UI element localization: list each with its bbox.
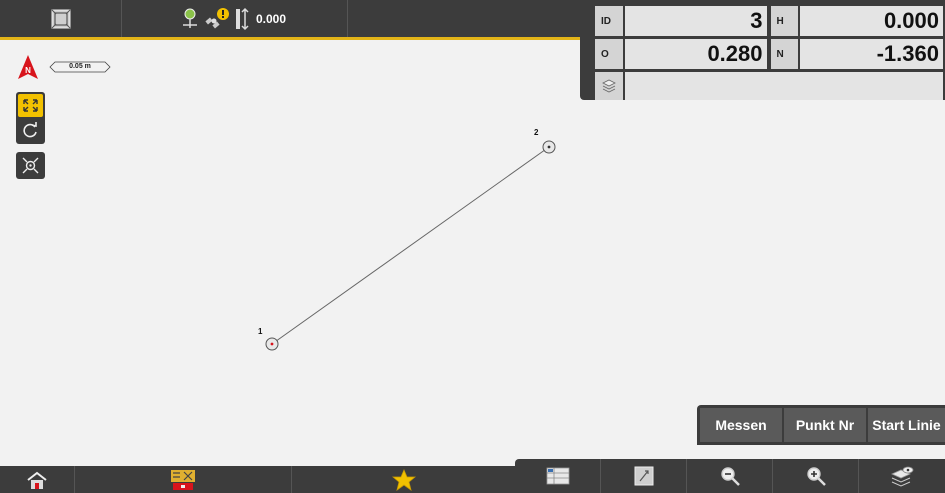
point-info-panel: ID 3 H 0.000 O 0.280 N -1.360	[580, 0, 945, 100]
drawing-button[interactable]	[0, 0, 122, 37]
layers-visibility-icon	[891, 466, 914, 487]
h-label: H	[770, 6, 799, 36]
top-status-bar: 0.000	[0, 0, 580, 40]
o-value[interactable]: 0.280	[624, 39, 767, 69]
point-label-2: 2	[534, 128, 539, 137]
zoom-out-icon	[720, 467, 740, 486]
measure-button[interactable]: Messen	[700, 408, 782, 442]
map-toolbar	[515, 459, 945, 493]
point-number-button[interactable]: Punkt Nr	[784, 408, 866, 442]
rotate-icon	[23, 122, 37, 138]
list-button[interactable]	[515, 459, 601, 493]
point-label-1: 1	[258, 327, 263, 336]
info-row-1: ID 3 H 0.000	[595, 6, 943, 36]
layer-row[interactable]	[595, 72, 943, 100]
layer-selector[interactable]	[595, 72, 623, 100]
layers-view-button[interactable]	[859, 459, 945, 493]
layer-name-field[interactable]	[625, 72, 943, 100]
svg-text:N: N	[25, 66, 31, 75]
id-label: ID	[595, 6, 623, 36]
status-area[interactable]: 0.000	[122, 0, 348, 37]
scale-label: 0.05 m	[69, 63, 91, 70]
expand-icon	[23, 99, 38, 112]
map-point-2[interactable]	[542, 140, 556, 154]
survey-line[interactable]	[271, 146, 550, 345]
center-position-button[interactable]	[16, 152, 45, 179]
rotate-button[interactable]	[18, 119, 43, 142]
fit-view-button[interactable]	[18, 94, 43, 117]
height-value: 0.000	[256, 11, 287, 26]
map-tool-stack	[16, 92, 45, 144]
pole-height-icon	[236, 7, 249, 30]
calculator-button[interactable]	[601, 459, 687, 493]
zoom-in-button[interactable]	[773, 459, 859, 493]
zoom-out-button[interactable]	[687, 459, 773, 493]
tools-icon	[171, 469, 195, 490]
start-line-button[interactable]: Start Linie	[868, 408, 945, 442]
action-buttons: Messen Punkt Nr Start Linie	[697, 405, 945, 445]
crosshair-icon	[22, 157, 39, 174]
home-icon	[27, 471, 47, 489]
favorites-icon	[391, 468, 416, 491]
layers-icon	[602, 79, 616, 93]
list-icon	[546, 467, 569, 485]
o-label: O	[595, 39, 623, 69]
id-value[interactable]: 3	[624, 6, 767, 36]
drawing-icon	[51, 9, 70, 28]
satellite-warning-icon	[205, 7, 229, 28]
n-label: N	[770, 39, 799, 69]
n-value[interactable]: -1.360	[800, 39, 943, 69]
calculator-icon	[634, 466, 653, 486]
favorites-button[interactable]	[292, 466, 515, 493]
zoom-in-icon	[806, 467, 826, 486]
map-point-1[interactable]	[265, 337, 279, 351]
h-value[interactable]: 0.000	[800, 6, 943, 36]
tools-button[interactable]	[75, 466, 292, 493]
home-button[interactable]	[0, 466, 75, 493]
info-row-2: O 0.280 N -1.360	[595, 39, 943, 69]
north-arrow-icon: N	[18, 55, 38, 79]
gnss-icon	[183, 8, 197, 28]
bottom-nav-bar	[0, 466, 515, 493]
